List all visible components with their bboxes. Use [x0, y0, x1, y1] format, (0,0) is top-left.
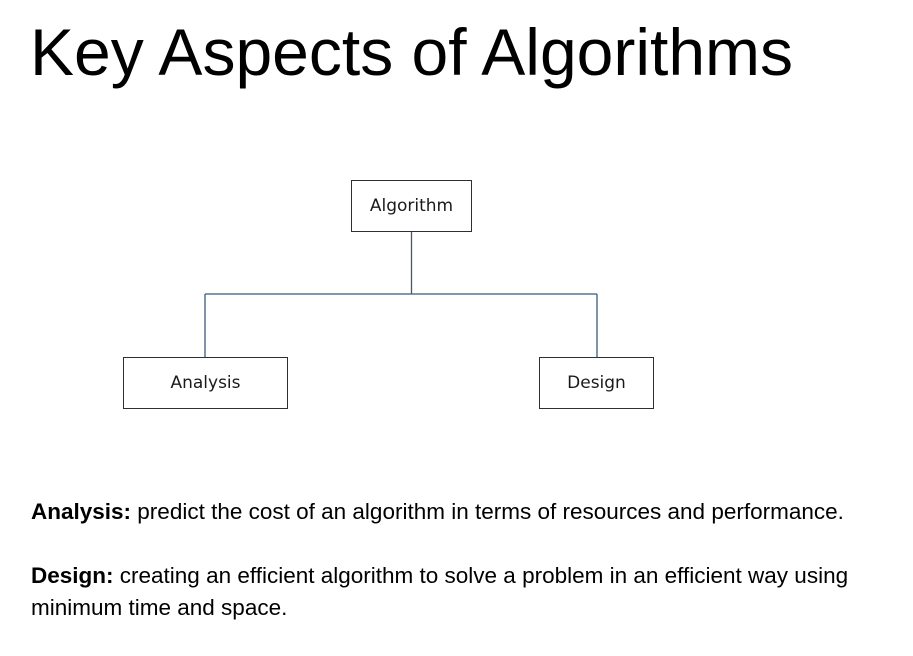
node-algorithm-label: Algorithm — [369, 196, 454, 216]
definition-analysis: Analysis: predict the cost of an algorit… — [31, 496, 891, 528]
node-analysis-label: Analysis — [170, 373, 241, 393]
definition-analysis-term: Analysis: — [31, 499, 132, 524]
node-algorithm: Algorithm — [351, 180, 472, 232]
node-design-label: Design — [567, 373, 626, 393]
definition-analysis-text: predict the cost of an algorithm in term… — [131, 499, 844, 524]
definitions-block: Analysis: predict the cost of an algorit… — [31, 496, 891, 624]
definition-design: Design: creating an efficient algorithm … — [31, 560, 891, 624]
node-design: Design — [539, 357, 654, 409]
node-analysis: Analysis — [123, 357, 288, 409]
definition-design-term: Design: — [31, 563, 114, 588]
definition-design-text: creating an efficient algorithm to solve… — [31, 563, 849, 620]
